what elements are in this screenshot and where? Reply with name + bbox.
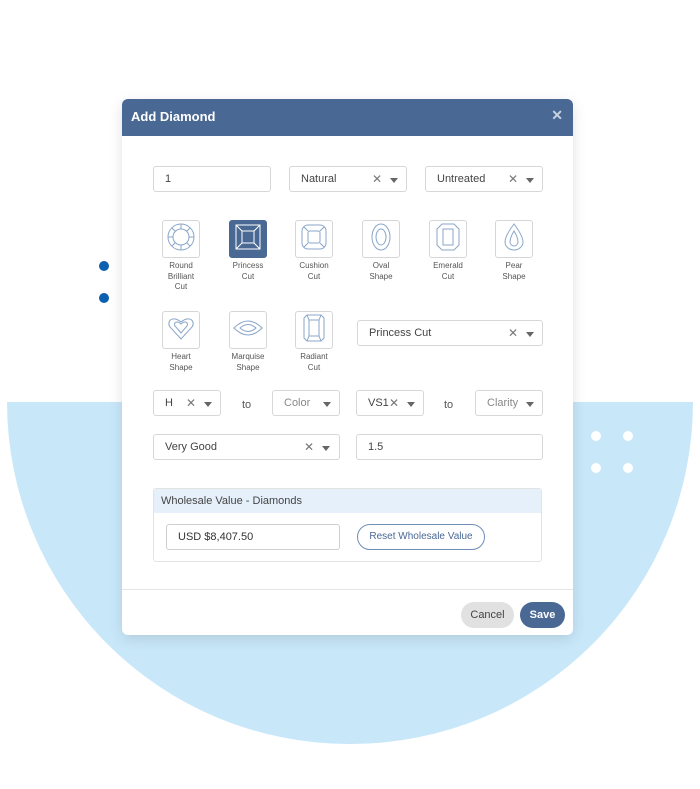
color-from-select[interactable]: H ✕ xyxy=(153,390,221,416)
color-to-select[interactable]: Color xyxy=(272,390,340,416)
decor-dot xyxy=(591,463,601,473)
chevron-down-icon[interactable] xyxy=(322,446,330,451)
quantity-input[interactable]: 1 xyxy=(153,166,271,192)
carat-input[interactable]: 1.5 xyxy=(356,434,543,460)
quantity-value: 1 xyxy=(165,173,172,185)
shape-select-value: Princess Cut xyxy=(369,327,432,339)
princess-cut-icon xyxy=(234,223,262,256)
shape-option-radiant[interactable]: Radiant Cut xyxy=(284,311,344,373)
clear-icon[interactable]: ✕ xyxy=(372,172,382,186)
clear-icon[interactable]: ✕ xyxy=(304,440,314,454)
decor-dot xyxy=(591,431,601,441)
shape-option-pear[interactable]: Pear Shape xyxy=(484,220,544,282)
clarity-from-select[interactable]: VS1 ✕ xyxy=(356,390,424,416)
clear-icon[interactable]: ✕ xyxy=(508,172,518,186)
shape-label: Cushion Cut xyxy=(299,261,329,281)
shape-option-round-brilliant[interactable]: Round Brilliant Cut xyxy=(151,220,211,293)
origin-select[interactable]: Natural ✕ xyxy=(289,166,407,192)
shape-option-marquise[interactable]: Marquise Shape xyxy=(218,311,278,373)
color-to-placeholder: Color xyxy=(284,397,311,409)
clear-icon[interactable]: ✕ xyxy=(186,396,196,410)
shape-label: Radiant Cut xyxy=(300,352,328,372)
modal-title: Add Diamond xyxy=(131,109,216,124)
chevron-down-icon[interactable] xyxy=(526,402,534,407)
shape-label: Heart Shape xyxy=(169,352,193,372)
shape-label: Pear Shape xyxy=(502,261,526,281)
shape-option-cushion[interactable]: Cushion Cut xyxy=(284,220,344,282)
cushion-cut-icon xyxy=(300,223,328,256)
to-label: to xyxy=(242,399,252,411)
chevron-down-icon[interactable] xyxy=(323,402,331,407)
to-label: to xyxy=(444,399,454,411)
footer-divider xyxy=(122,589,573,590)
decor-dot xyxy=(623,463,633,473)
decor-dot xyxy=(623,431,633,441)
modal-header: Add Diamond ✕ xyxy=(122,99,573,136)
chevron-down-icon[interactable] xyxy=(526,178,534,183)
cancel-button[interactable]: Cancel xyxy=(461,602,514,628)
chevron-down-icon[interactable] xyxy=(390,178,398,183)
carat-value: 1.5 xyxy=(368,441,384,453)
round-brilliant-icon xyxy=(166,222,196,257)
heart-shape-icon xyxy=(167,314,195,347)
reset-wholesale-button[interactable]: Reset Wholesale Value xyxy=(357,524,485,550)
shape-option-oval[interactable]: Oval Shape xyxy=(351,220,411,282)
shape-option-heart[interactable]: Heart Shape xyxy=(151,311,211,373)
shape-option-emerald[interactable]: Emerald Cut xyxy=(418,220,478,282)
cut-grade-select[interactable]: Very Good ✕ xyxy=(153,434,340,460)
shape-label: Oval Shape xyxy=(369,261,393,281)
oval-shape-icon xyxy=(367,222,395,257)
chevron-down-icon[interactable] xyxy=(407,402,415,407)
clarity-to-select[interactable]: Clarity xyxy=(475,390,543,416)
shape-label: Princess Cut xyxy=(232,261,264,281)
treatment-value: Untreated xyxy=(437,173,486,185)
clarity-from-value: VS1 xyxy=(368,397,389,409)
shape-option-princess[interactable]: Princess Cut xyxy=(218,220,278,282)
color-from-value: H xyxy=(165,397,173,409)
clear-icon[interactable]: ✕ xyxy=(389,396,399,410)
wholesale-header: Wholesale Value - Diamonds xyxy=(154,489,541,513)
decor-dot xyxy=(99,293,109,303)
marquise-shape-icon xyxy=(233,318,263,343)
wholesale-value-input[interactable]: USD $8,407.50 xyxy=(166,524,340,550)
pear-shape-icon xyxy=(502,222,526,257)
shape-select[interactable]: Princess Cut ✕ xyxy=(357,320,543,346)
shape-label: Emerald Cut xyxy=(433,261,463,281)
chevron-down-icon[interactable] xyxy=(204,402,212,407)
cut-grade-value: Very Good xyxy=(165,441,217,453)
clear-icon[interactable]: ✕ xyxy=(508,326,518,340)
emerald-cut-icon xyxy=(435,222,461,257)
save-button[interactable]: Save xyxy=(520,602,565,628)
shape-label: Round Brilliant Cut xyxy=(167,261,195,291)
origin-value: Natural xyxy=(301,173,337,185)
chevron-down-icon[interactable] xyxy=(526,332,534,337)
close-icon[interactable]: ✕ xyxy=(551,107,563,124)
clarity-to-placeholder: Clarity xyxy=(487,397,519,409)
radiant-cut-icon xyxy=(302,313,326,348)
treatment-select[interactable]: Untreated ✕ xyxy=(425,166,543,192)
wholesale-panel: Wholesale Value - Diamonds USD $8,407.50… xyxy=(153,488,542,562)
add-diamond-modal: Add Diamond ✕ 1 Natural ✕ Untreated ✕ Ro… xyxy=(122,99,573,635)
decor-dot xyxy=(99,261,109,271)
shape-label: Marquise Shape xyxy=(231,352,265,372)
wholesale-value: USD $8,407.50 xyxy=(178,531,254,543)
